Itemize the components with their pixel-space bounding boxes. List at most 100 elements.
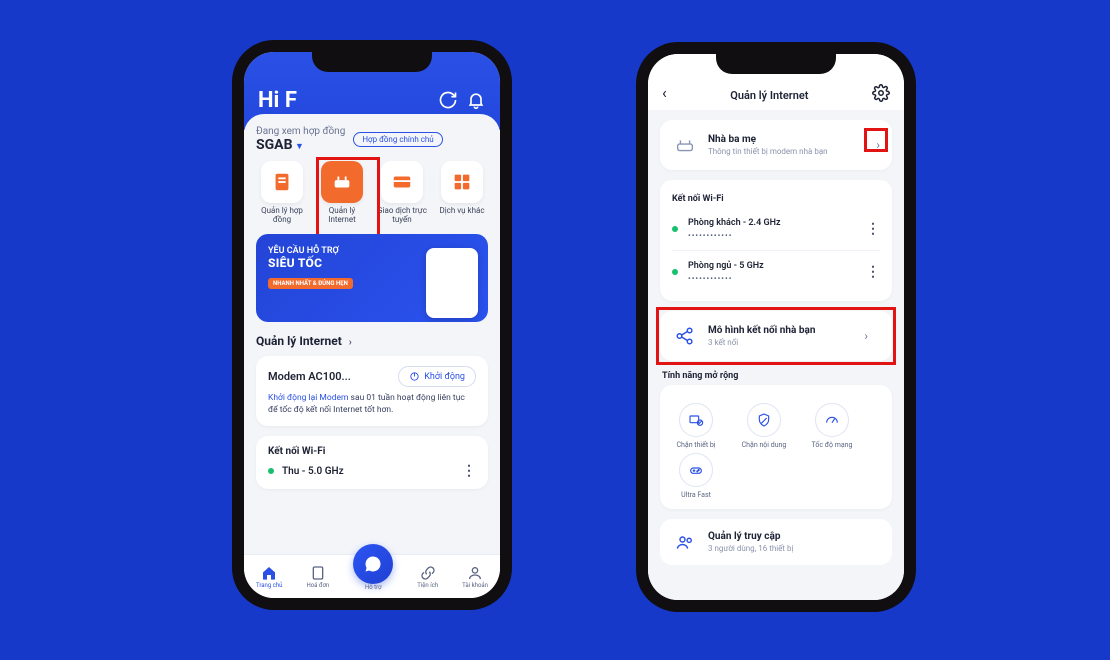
model-title: Mô hình kết nối nhà bạn	[708, 325, 815, 336]
status-dot-icon	[672, 269, 678, 275]
grid-icon	[441, 161, 483, 203]
shield-icon	[747, 403, 781, 437]
wifi-name: Phòng ngủ - 5 GHz	[688, 261, 764, 271]
contract-row[interactable]: Đang xem hợp đồng SGAB ▼ Hợp đồng chính …	[256, 126, 488, 153]
modem-icon	[672, 132, 698, 158]
section-label: Quản lý Internet	[256, 334, 342, 348]
model-sub: 3 kết nối	[708, 338, 815, 347]
tile-transaction[interactable]: Giao dịch trực tuyến	[376, 161, 428, 224]
back-button[interactable]: ‹	[662, 83, 667, 102]
nav-label: Hoá đơn	[306, 582, 329, 589]
network-model-card[interactable]: Mô hình kết nối nhà bạn 3 kết nối ›	[660, 311, 892, 361]
wifi-name: Phòng khách - 2.4 GHz	[688, 218, 781, 228]
nav-invoice[interactable]: Hoá đơn	[306, 565, 329, 589]
wifi-section-title: Kết nối Wi-Fi	[268, 446, 476, 457]
contract-chip: Hợp đồng chính chủ	[353, 132, 442, 147]
chat-icon	[363, 554, 383, 574]
more-vertical-icon[interactable]: ⋮	[866, 264, 880, 280]
tile-label: Quản lý hợp đồng	[256, 206, 308, 224]
access-sub: 3 người dùng, 16 thiết bị	[708, 544, 793, 553]
tile-label: Dịch vụ khác	[436, 206, 488, 215]
tile-contract[interactable]: Quản lý hợp đồng	[256, 161, 308, 224]
feature-block-device[interactable]: Chặn thiết bị	[666, 403, 726, 449]
wifi-item[interactable]: Phòng khách - 2.4 GHz •••••••••••• ⋮	[672, 212, 880, 246]
feature-block-content[interactable]: Chặn nội dung	[734, 403, 794, 449]
restart-button[interactable]: Khởi động	[398, 366, 476, 387]
restart-label: Khởi động	[424, 372, 465, 382]
modem-description: Khởi động lại Modem sau 01 tuần hoạt độn…	[268, 393, 476, 416]
contract-icon	[261, 161, 303, 203]
link-icon	[420, 565, 436, 581]
wifi-item[interactable]: Thu - 5.0 GHz ⋮	[268, 463, 476, 479]
nav-label: Tài khoản	[462, 582, 488, 589]
wifi-card: Kết nối Wi-Fi Thu - 5.0 GHz ⋮	[256, 436, 488, 489]
chevron-right-icon: ›	[864, 329, 868, 343]
status-dot-icon	[672, 226, 678, 232]
status-dot-icon	[268, 468, 274, 474]
phone-frame-left: Hi F Đang xem hợp đồng SGAB ▼ Hợp đồng c…	[232, 40, 512, 610]
support-fab	[353, 544, 393, 584]
feature-speed[interactable]: Tốc độ mạng	[802, 403, 862, 449]
transaction-icon	[381, 161, 423, 203]
promo-banner[interactable]: YÊU CẦU HỖ TRỢ SIÊU TỐC NHANH NHẤT & ĐÚN…	[256, 234, 488, 322]
section-internet-title[interactable]: Quản lý Internet ›	[256, 334, 488, 348]
access-card[interactable]: Quản lý truy cập 3 người dùng, 16 thiết …	[660, 519, 892, 565]
settings-button[interactable]	[872, 84, 890, 102]
nav-label: Hỗ trợ	[353, 584, 393, 591]
refresh-icon[interactable]	[438, 90, 458, 110]
features-card: Chặn thiết bị Chặn nội dung Tốc độ mạng …	[660, 385, 892, 509]
nav-label: Trang chủ	[256, 582, 282, 589]
more-vertical-icon[interactable]: ⋮	[866, 221, 880, 237]
tile-other[interactable]: Dịch vụ khác	[436, 161, 488, 224]
wifi-password: ••••••••••••	[688, 274, 764, 283]
wifi-list-title: Kết nối Wi-Fi	[672, 194, 880, 204]
chevron-down-icon: ▼	[295, 142, 304, 152]
home-body: Đang xem hợp đồng SGAB ▼ Hợp đồng chính …	[244, 114, 500, 554]
nav-account[interactable]: Tài khoản	[462, 565, 488, 589]
users-icon	[672, 529, 698, 555]
contract-label: Đang xem hợp đồng	[256, 126, 345, 137]
promo-phone-illustration	[426, 248, 478, 318]
access-title: Quản lý truy cập	[708, 531, 793, 542]
invoice-icon	[310, 565, 326, 581]
page-title: Quản lý Internet	[730, 89, 808, 102]
tile-label: Quản lý Internet	[316, 206, 368, 224]
bottom-nav: Trang chủ Hoá đơn Hỗ trợ Tiện ích Tài kh…	[244, 554, 500, 598]
modem-desc-highlight: Khởi động lại Modem	[268, 393, 348, 403]
feature-ultra-fast[interactable]: Ultra Fast	[666, 453, 726, 499]
feature-label: Tốc độ mạng	[802, 441, 862, 449]
bell-icon[interactable]	[466, 90, 486, 110]
phone-notch	[312, 50, 432, 72]
home-name: Nhà ba mẹ	[708, 134, 828, 145]
modem-card: Modem AC100... Khởi động Khởi động lại M…	[256, 356, 488, 426]
nav-utilities[interactable]: Tiện ích	[417, 565, 438, 589]
phone-frame-right: ‹ Quản lý Internet Nhà ba mẹ Thông tin t…	[636, 42, 916, 612]
gamepad-icon	[679, 453, 713, 487]
feature-label: Chặn nội dung	[734, 441, 794, 449]
promo-tag: NHANH NHẤT & ĐÚNG HẸN	[268, 278, 353, 289]
wifi-name: Thu - 5.0 GHz	[282, 466, 344, 477]
wifi-password: ••••••••••••	[688, 231, 781, 240]
user-icon	[467, 565, 483, 581]
tile-internet[interactable]: Quản lý Internet	[316, 161, 368, 224]
nav-support[interactable]: Hỗ trợ	[353, 562, 393, 591]
home-icon	[261, 565, 277, 581]
screen-right: ‹ Quản lý Internet Nhà ba mẹ Thông tin t…	[648, 54, 904, 600]
home-card[interactable]: Nhà ba mẹ Thông tin thiết bị modem nhà b…	[660, 120, 892, 170]
block-device-icon	[679, 403, 713, 437]
feature-label: Chặn thiết bị	[666, 441, 726, 449]
gear-icon	[872, 84, 890, 102]
app-title: Hi F	[258, 88, 297, 113]
network-icon	[672, 323, 698, 349]
chevron-right-icon: ›	[876, 138, 880, 152]
router-icon	[321, 161, 363, 203]
wifi-item[interactable]: Phòng ngủ - 5 GHz •••••••••••• ⋮	[672, 250, 880, 289]
more-vertical-icon[interactable]: ⋮	[462, 463, 476, 479]
power-icon	[409, 371, 420, 382]
nav-home[interactable]: Trang chủ	[256, 565, 282, 589]
screen-left: Hi F Đang xem hợp đồng SGAB ▼ Hợp đồng c…	[244, 52, 500, 598]
phone-notch	[716, 52, 836, 74]
contract-code: SGAB	[256, 137, 293, 153]
features-title: Tính năng mở rộng	[662, 371, 890, 381]
nav-label: Tiện ích	[417, 582, 438, 589]
